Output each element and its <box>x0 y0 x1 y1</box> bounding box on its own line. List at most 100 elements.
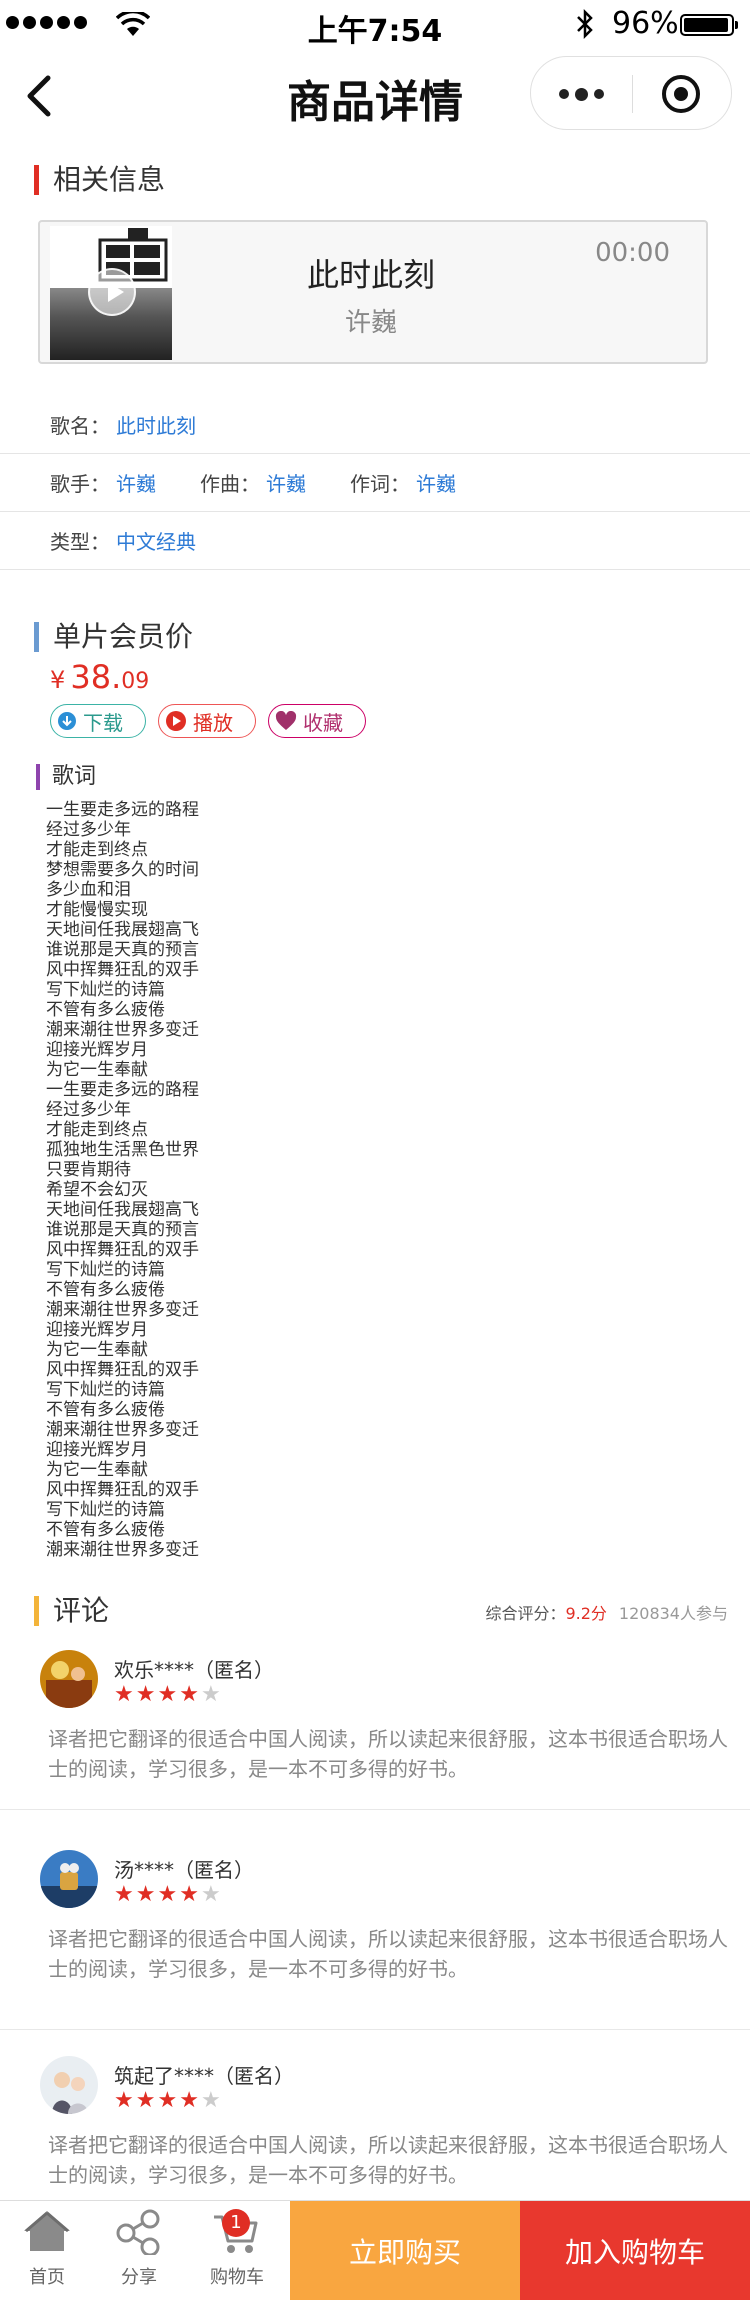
cart-badge: 1 <box>222 2209 250 2237</box>
star-filled-icon: ★ <box>157 2088 178 2113</box>
lyric-line: 不管有多么疲倦 <box>46 1520 165 1540</box>
lyric-line: 才能走到终点 <box>46 840 148 860</box>
reviewer-name: 汤****（匿名） <box>114 1858 254 1882</box>
avatar <box>40 1650 98 1708</box>
singer-label: 歌手： <box>50 472 110 496</box>
star-filled-icon: ★ <box>179 1882 199 1907</box>
review-summary: 综合评分：9.2分 120834人参与 <box>485 1600 728 1624</box>
info-row-credits: 歌手： 许巍 作曲： 许巍 作词： 许巍 <box>0 454 750 512</box>
lyric-line: 潮来潮往世界多变迁 <box>46 1540 199 1560</box>
status-bar: 上午7:54 96% <box>0 0 750 49</box>
battery-icon <box>680 14 738 36</box>
singer-link[interactable]: 许巍 <box>116 468 156 497</box>
star-filled-icon: ★ <box>135 1882 156 1907</box>
lyric-line: 风中挥舞狂乱的双手 <box>46 1480 199 1500</box>
lyrics-title: 歌词 <box>36 764 96 790</box>
song-label: 歌名： <box>50 414 110 438</box>
info-row-song: 歌名： 此时此刻 <box>0 396 750 454</box>
lyric-line: 希望不会幻灭 <box>46 1180 148 1200</box>
member-price: ¥ 38.09 <box>50 658 149 696</box>
home-icon <box>24 2211 70 2251</box>
play-icon[interactable] <box>88 268 136 316</box>
review-text: 译者把它翻译的很适合中国人阅读，所以读起来很舒服，这本书很适合职场人士的阅读，学… <box>48 1727 728 1781</box>
type-link[interactable]: 中文经典 <box>116 526 196 555</box>
type-label: 类型： <box>50 530 110 554</box>
player-artist: 许巍 <box>344 308 397 338</box>
rating-stars: ★ ★ ★ ★ ★ <box>114 2090 221 2112</box>
lyric-line: 写下灿烂的诗篇 <box>46 980 165 1000</box>
lyric-line: 孤独地生活黑色世界 <box>46 1140 199 1160</box>
star-filled-icon: ★ <box>179 1682 199 1707</box>
nav-bar: 商品详情 <box>0 46 750 146</box>
info-row-type: 类型： 中文经典 <box>0 512 750 570</box>
review-item: 筑起了****（匿名） ★ ★ ★ ★ ★ 译者把它翻译的很适合中国人阅读，所以读起来很… <box>0 2046 750 2200</box>
song-link[interactable]: 此时此刻 <box>116 410 196 439</box>
lyric-line: 为它一生奉献 <box>46 1460 148 1480</box>
download-label: 下载 <box>83 710 123 735</box>
lyric-line: 才能走到终点 <box>46 1120 148 1140</box>
lyric-line: 梦想需要多久的时间 <box>46 860 199 880</box>
singer-field: 歌手： 许巍 <box>50 468 200 497</box>
composer-label: 作曲： <box>200 472 260 496</box>
price-decimal: 09 <box>121 669 150 694</box>
play-label: 播放 <box>193 710 233 735</box>
audio-player[interactable]: 此时此刻 许巍 00:00 <box>38 220 708 364</box>
more-button[interactable] <box>555 75 607 113</box>
player-time: 00:00 <box>595 238 670 268</box>
reviewer-name: 筑起了****（匿名） <box>114 2064 294 2088</box>
star-empty-icon: ★ <box>200 2088 221 2113</box>
bluetooth-icon <box>577 8 593 40</box>
lyric-line: 一生要走多远的路程 <box>46 1080 199 1100</box>
tab-home[interactable]: 首页 <box>0 2201 94 2300</box>
lyric-line: 只要肯期待 <box>46 1160 131 1180</box>
star-filled-icon: ★ <box>114 1682 134 1707</box>
favorite-label: 收藏 <box>303 710 343 735</box>
lyric-line: 潮来潮往世界多变迁 <box>46 1020 199 1040</box>
lyric-line: 经过多少年 <box>46 820 131 840</box>
lyric-line: 迎接光辉岁月 <box>46 1040 148 1060</box>
lyric-line: 写下灿烂的诗篇 <box>46 1380 165 1400</box>
lyric-line: 多少血和泪 <box>46 880 131 900</box>
lyric-line: 才能慢慢实现 <box>46 900 148 920</box>
lyric-line: 谁说那是天真的预言 <box>46 1220 199 1240</box>
lyricist-field: 作词： 许巍 <box>350 468 456 497</box>
star-empty-icon: ★ <box>200 1682 221 1707</box>
download-button[interactable]: 下载 <box>50 704 146 738</box>
lyric-line: 为它一生奉献 <box>46 1340 148 1360</box>
back-button[interactable] <box>20 72 60 120</box>
tab-share[interactable]: 分享 <box>94 2201 184 2300</box>
composer-link[interactable]: 许巍 <box>266 468 306 497</box>
mini-program-capsule <box>530 56 732 130</box>
lyric-line: 迎接光辉岁月 <box>46 1320 148 1340</box>
rating-stars: ★ ★ ★ ★ ★ <box>114 1684 221 1706</box>
download-icon <box>58 712 76 730</box>
summary-label: 综合评分： <box>485 1604 566 1623</box>
heart-icon <box>275 711 297 730</box>
lyric-line: 不管有多么疲倦 <box>46 1400 165 1420</box>
review-item: 汤****（匿名） ★ ★ ★ ★ ★ 译者把它翻译的很适合中国人阅读，所以读起来很舒服… <box>0 1840 750 2030</box>
play-button[interactable]: 播放 <box>158 704 256 738</box>
lyric-line: 写下灿烂的诗篇 <box>46 1260 165 1280</box>
star-filled-icon: ★ <box>114 1882 134 1907</box>
price-currency: ¥ <box>50 666 66 694</box>
star-empty-icon: ★ <box>200 1882 221 1907</box>
close-target-icon[interactable] <box>657 71 705 117</box>
star-filled-icon: ★ <box>135 1682 156 1707</box>
lyric-line: 写下灿烂的诗篇 <box>46 1500 165 1520</box>
add-to-cart-button[interactable]: 加入购物车 <box>520 2201 750 2300</box>
capsule-divider <box>632 75 633 113</box>
bottom-tab-bar: 首页 分享 购物车 1 立即购买 加入购物车 <box>0 2200 750 2300</box>
review-item: 欢乐****（匿名） ★ ★ ★ ★ ★ 译者把它翻译的很适合中国人阅读，所以读起来很舒… <box>0 1640 750 1810</box>
lyricist-link[interactable]: 许巍 <box>416 468 456 497</box>
lyric-line: 经过多少年 <box>46 1100 131 1120</box>
tab-share-label: 分享 <box>121 2267 157 2288</box>
favorite-button[interactable]: 收藏 <box>268 704 366 738</box>
reviews-title: 评论 <box>34 1596 109 1626</box>
lyric-line: 不管有多么疲倦 <box>46 1000 165 1020</box>
lyric-line: 天地间任我展翅高飞 <box>46 920 199 940</box>
buy-now-button[interactable]: 立即购买 <box>290 2201 520 2300</box>
lyric-line: 风中挥舞狂乱的双手 <box>46 1360 199 1380</box>
tab-cart-label: 购物车 <box>210 2267 264 2288</box>
composer-field: 作曲： 许巍 <box>200 468 350 497</box>
lyric-line: 潮来潮往世界多变迁 <box>46 1300 199 1320</box>
